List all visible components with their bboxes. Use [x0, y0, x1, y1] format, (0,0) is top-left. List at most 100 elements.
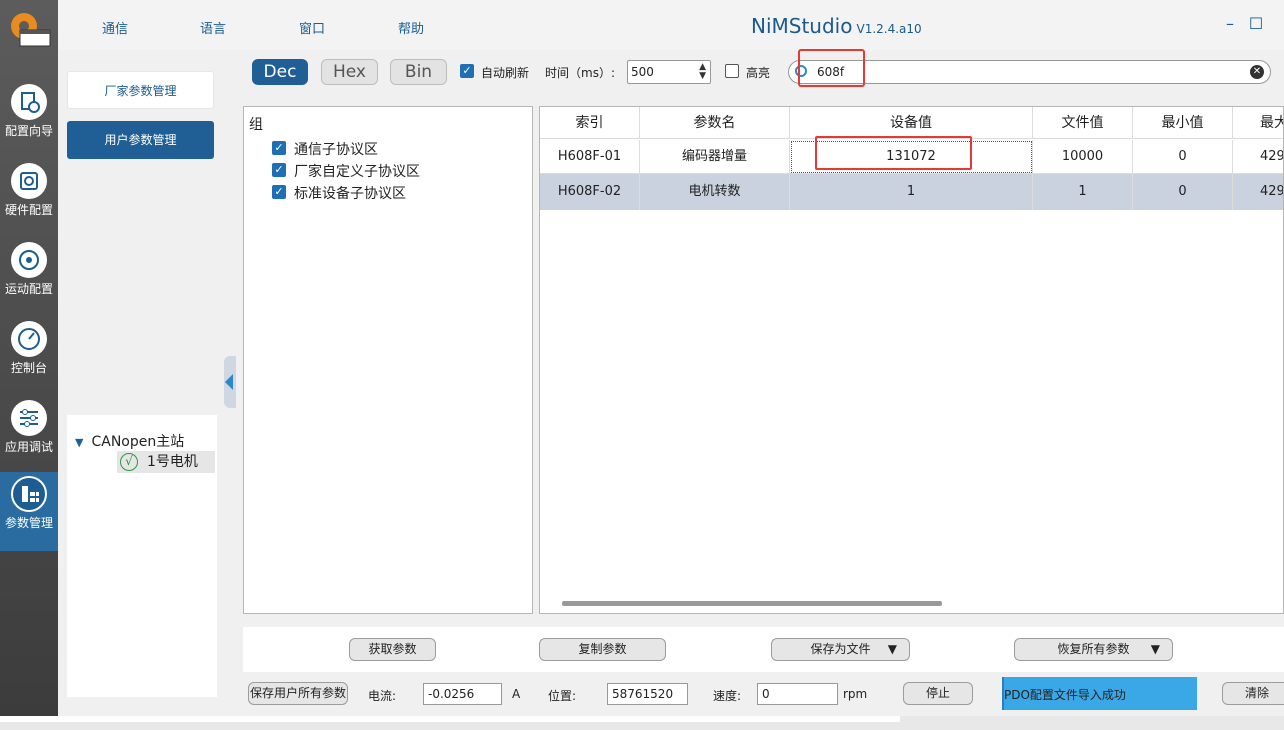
- minimize-icon[interactable]: –: [1220, 14, 1240, 34]
- cell-max[interactable]: 42949: [1233, 174, 1283, 210]
- cell-device-value[interactable]: 1: [790, 174, 1033, 210]
- nav-console[interactable]: 控制台: [0, 317, 58, 396]
- tree-item-motor-1[interactable]: √ 1号电机: [117, 451, 215, 473]
- save-all-user-params-button[interactable]: 保存用户所有参数: [248, 682, 348, 705]
- menu-window[interactable]: 窗口: [299, 18, 325, 37]
- cell-file-value[interactable]: 10000: [1033, 140, 1133, 174]
- grid-icon: [11, 476, 47, 512]
- param-table: 索引 参数名 设备值 文件值 最小值 最大 H608F-01 编码器增量 131…: [539, 106, 1284, 614]
- app-title: NiMStudio V1.2.4.a10: [751, 14, 922, 38]
- speed-label: 速度:: [713, 689, 742, 703]
- highlight-label: 高亮: [746, 66, 771, 80]
- wizard-icon: [11, 84, 47, 120]
- tree-root[interactable]: ▼ CANopen主站: [75, 431, 184, 451]
- status-message: PDO配置文件导入成功: [1002, 677, 1197, 710]
- cell-max[interactable]: 42949: [1233, 140, 1283, 174]
- nav-config-wizard[interactable]: 配置向导: [0, 80, 58, 159]
- group-item-label: 厂家自定义子协议区: [294, 164, 420, 180]
- highlight-checkbox[interactable]: [725, 64, 739, 78]
- nav-label: 参数管理: [4, 516, 53, 530]
- column-header-name[interactable]: 参数名: [640, 107, 790, 139]
- sliders-icon: [11, 400, 47, 436]
- cell-min[interactable]: 0: [1133, 140, 1233, 174]
- nav-motion-config[interactable]: 运动配置: [0, 238, 58, 317]
- nav-label: 配置向导: [4, 124, 53, 138]
- group-item-standard[interactable]: ✓ 标准设备子协议区: [272, 183, 406, 203]
- fetch-params-button[interactable]: 获取参数: [349, 638, 436, 661]
- action-bar: 获取参数 复制参数 保存为文件 ▼ 恢复所有参数 ▼: [243, 627, 1284, 672]
- cell-file-value[interactable]: 1: [1033, 174, 1133, 210]
- position-label: 位置:: [548, 689, 577, 703]
- mode-bin-button[interactable]: Bin: [390, 59, 447, 85]
- dropdown-caret-icon[interactable]: ▼: [888, 639, 897, 660]
- restore-all-label: 恢复所有参数: [1057, 642, 1130, 656]
- nav-param-management[interactable]: 参数管理: [0, 472, 58, 551]
- save-to-file-label: 保存为文件: [810, 642, 871, 656]
- group-checkbox[interactable]: ✓: [272, 163, 286, 177]
- toolbar: Dec Hex Bin ✓ 自动刷新 时间（ms）: 500 ▲ ▼ 高亮 608…: [243, 52, 1284, 92]
- copy-params-button[interactable]: 复制参数: [539, 638, 666, 661]
- group-item-vendor[interactable]: ✓ 厂家自定义子协议区: [272, 161, 420, 181]
- tree-root-label: CANopen主站: [91, 434, 185, 450]
- stop-button[interactable]: 停止: [903, 682, 973, 705]
- column-header-index[interactable]: 索引: [540, 107, 640, 139]
- nav-label: 控制台: [10, 361, 47, 375]
- current-label: 电流:: [368, 689, 397, 703]
- gauge-icon: [11, 321, 47, 357]
- collapse-handle[interactable]: [224, 356, 236, 408]
- cell-index[interactable]: H608F-02: [540, 174, 640, 210]
- interval-value: 500: [631, 65, 654, 79]
- nav-app-debug[interactable]: 应用调试: [0, 396, 58, 475]
- nav-label: 运动配置: [4, 282, 53, 296]
- save-to-file-button[interactable]: 保存为文件 ▼: [771, 638, 910, 661]
- app-name: NiMStudio: [751, 14, 853, 38]
- nav-hardware-config[interactable]: 硬件配置: [0, 159, 58, 238]
- mode-hex-button[interactable]: Hex: [321, 59, 378, 85]
- auto-refresh-label: 自动刷新: [481, 66, 530, 80]
- bottom-strip-light: [0, 716, 900, 722]
- maximize-icon[interactable]: ☐: [1246, 14, 1266, 34]
- expand-triangle-icon[interactable]: ▼: [75, 436, 83, 449]
- group-checkbox[interactable]: ✓: [272, 185, 286, 199]
- spinner-arrows-icon[interactable]: ▲ ▼: [699, 63, 706, 81]
- group-checkbox[interactable]: ✓: [272, 141, 286, 155]
- current-unit: A: [512, 687, 521, 701]
- column-header-min[interactable]: 最小值: [1133, 107, 1233, 139]
- group-item-label: 标准设备子协议区: [294, 186, 406, 202]
- column-header-max[interactable]: 最大: [1233, 107, 1283, 139]
- cell-min[interactable]: 0: [1133, 174, 1233, 210]
- cell-highlight-box: [815, 136, 972, 170]
- clear-icon[interactable]: ✕: [1250, 65, 1264, 79]
- nav-label: 硬件配置: [4, 203, 53, 217]
- sidebar: 配置向导 硬件配置 运动配置 控制台 应用调试 参数管理: [0, 0, 58, 716]
- menu-comm[interactable]: 通信: [102, 18, 128, 37]
- interval-label: 时间（ms）:: [545, 66, 615, 80]
- menu-help[interactable]: 帮助: [398, 18, 424, 37]
- column-header-device-value[interactable]: 设备值: [790, 107, 1033, 139]
- auto-refresh-checkbox[interactable]: ✓: [460, 64, 474, 78]
- column-header-file-value[interactable]: 文件值: [1033, 107, 1133, 139]
- group-item-label: 通信子协议区: [294, 142, 378, 158]
- group-item-comm[interactable]: ✓ 通信子协议区: [272, 139, 378, 159]
- speed-unit: rpm: [843, 687, 868, 701]
- vendor-params-button[interactable]: 厂家参数管理: [67, 71, 214, 109]
- interval-input[interactable]: 500 ▲ ▼: [627, 60, 711, 84]
- tree-item-label: 1号电机: [147, 454, 198, 470]
- clear-button[interactable]: 清除: [1222, 682, 1284, 705]
- cell-name[interactable]: 编码器增量: [640, 140, 790, 174]
- current-field[interactable]: -0.0256: [423, 683, 502, 705]
- app-version: V1.2.4.a10: [856, 22, 922, 36]
- restore-all-button[interactable]: 恢复所有参数 ▼: [1014, 638, 1173, 661]
- user-params-button[interactable]: 用户参数管理: [67, 121, 214, 159]
- status-bar: 保存用户所有参数 电流: -0.0256 A 位置: 58761520 速度: …: [243, 675, 1284, 713]
- cell-index[interactable]: H608F-01: [540, 140, 640, 174]
- horizontal-scrollbar[interactable]: [562, 601, 942, 606]
- speed-field[interactable]: 0: [757, 683, 838, 705]
- position-field[interactable]: 58761520: [607, 683, 688, 705]
- dropdown-caret-icon[interactable]: ▼: [1151, 639, 1160, 660]
- check-circle-icon: √: [120, 453, 138, 471]
- mode-dec-button[interactable]: Dec: [252, 59, 308, 85]
- chevron-left-icon: [225, 374, 233, 390]
- menu-language[interactable]: 语言: [200, 18, 226, 37]
- cell-name[interactable]: 电机转数: [640, 174, 790, 210]
